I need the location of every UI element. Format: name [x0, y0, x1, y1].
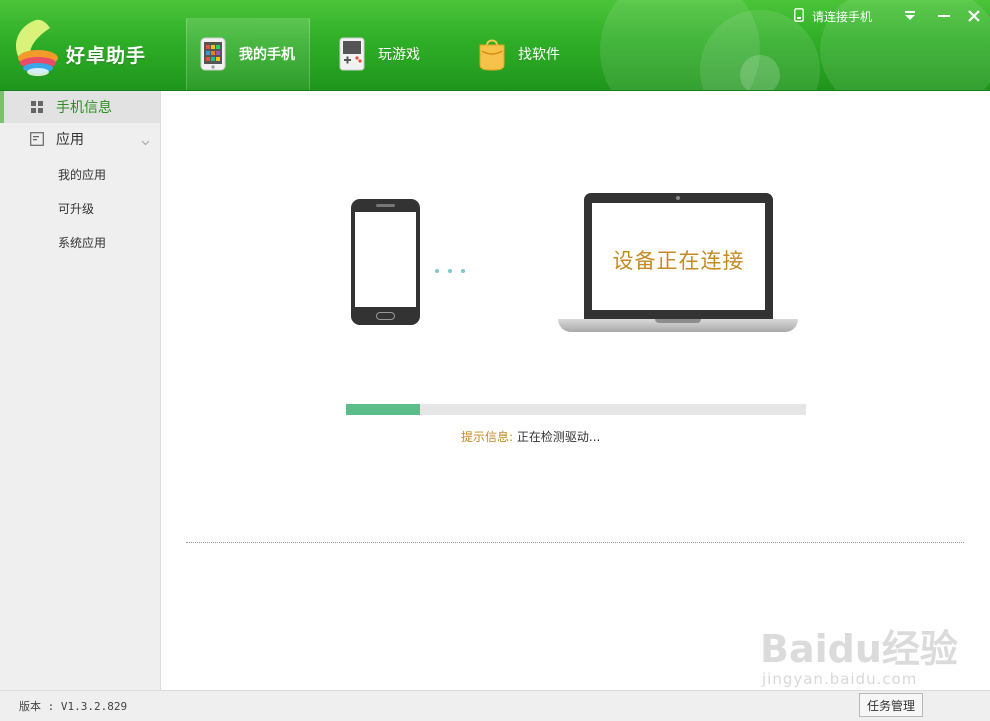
header-decoration — [740, 55, 780, 90]
minimize-icon — [938, 15, 950, 17]
connection-status[interactable]: 请连接手机 — [794, 8, 872, 25]
gamepad-icon — [338, 36, 366, 72]
connecting-message: 设备正在连接 — [612, 249, 745, 273]
phone-illustration — [351, 199, 420, 325]
phone-icon — [199, 36, 227, 72]
laptop-base — [558, 319, 798, 332]
tab-play-games[interactable]: 玩游戏 — [338, 18, 420, 90]
shopping-bag-icon — [478, 36, 506, 72]
tab-my-phone[interactable]: 我的手机 — [186, 18, 310, 90]
sidebar-item-phone-info[interactable]: 手机信息 — [0, 91, 160, 123]
phone-home-button — [376, 312, 395, 320]
content-divider — [186, 542, 964, 543]
hint-message: 提示信息: 正在检测驱动... — [461, 428, 600, 445]
sidebar-item-apps[interactable]: 应用 — [0, 123, 160, 155]
close-icon — [968, 10, 980, 22]
title-bar: 好卓助手 我的手机 玩游戏 找软件 请连接手机 — [0, 0, 990, 91]
grid-icon — [30, 100, 44, 114]
version-label: 版本 : V1.3.2.829 — [19, 700, 128, 713]
minimize-button[interactable] — [932, 4, 956, 28]
connection-progress-bar — [346, 404, 806, 415]
menu-dropdown-button[interactable] — [898, 4, 922, 28]
status-bar: 版本 : V1.3.2.829 任务管理 — [0, 690, 990, 721]
app-logo: 好卓助手 — [10, 18, 160, 78]
phone-outline-icon — [794, 8, 804, 25]
tab-label: 我的手机 — [239, 47, 295, 63]
sidebar-item-upgradable[interactable]: 可升级 — [58, 200, 94, 217]
watermark-logo: Baidu经验 — [760, 627, 958, 671]
sidebar-item-label: 应用 — [56, 132, 84, 148]
task-manager-button[interactable]: 任务管理 — [859, 693, 923, 717]
tab-find-software[interactable]: 找软件 — [478, 18, 560, 90]
laptop-illustration: 设备正在连接 — [584, 193, 773, 319]
laptop-screen: 设备正在连接 — [592, 203, 765, 310]
tab-label: 找软件 — [518, 47, 560, 63]
sidebar: 手机信息 应用 我的应用 可升级 系统应用 — [0, 91, 161, 690]
tab-label: 玩游戏 — [378, 47, 420, 63]
app-name: 好卓助手 — [66, 45, 147, 67]
watermark-url: jingyan.baidu.com — [762, 670, 918, 688]
app-list-icon — [30, 132, 44, 146]
laptop-camera — [676, 196, 680, 200]
sidebar-item-my-apps[interactable]: 我的应用 — [58, 166, 106, 183]
hint-label: 提示信息: — [461, 430, 514, 444]
sidebar-item-system-apps[interactable]: 系统应用 — [58, 234, 106, 251]
app-logo-icon — [16, 19, 58, 76]
phone-screen — [355, 212, 416, 307]
hint-value: 正在检测驱动... — [516, 430, 601, 444]
chevron-down-icon — [141, 134, 150, 150]
close-button[interactable] — [962, 4, 986, 28]
phone-speaker — [376, 204, 395, 207]
connecting-dots — [435, 258, 474, 277]
sidebar-item-label: 手机信息 — [56, 100, 112, 116]
menu-dropdown-icon — [905, 11, 915, 20]
watermark: Baidu经验 jingyan.baidu.com — [760, 612, 960, 692]
progress-fill — [346, 404, 420, 415]
connection-status-label: 请连接手机 — [812, 10, 873, 24]
